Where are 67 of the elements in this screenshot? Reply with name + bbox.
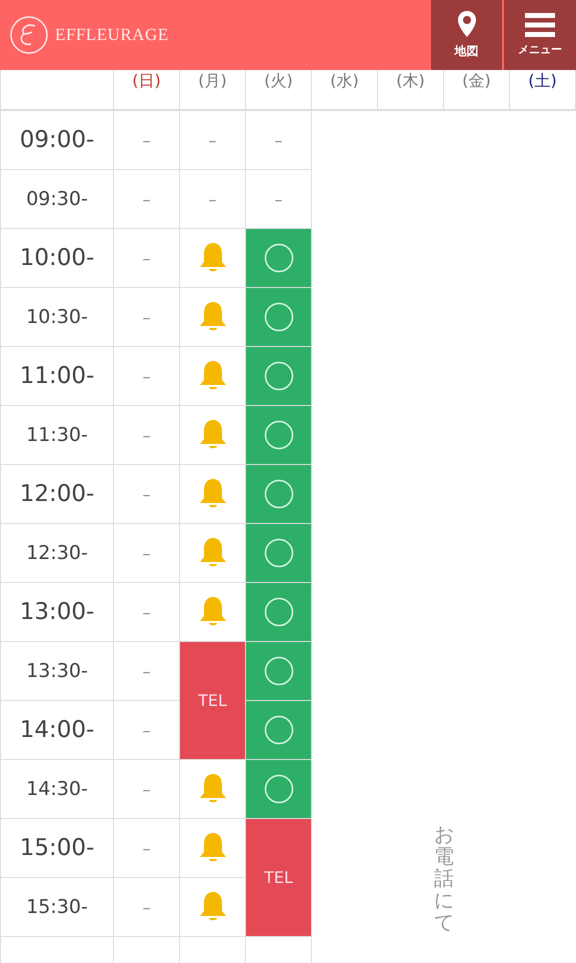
bell-icon[interactable] [198,891,226,923]
time-cell: 13:00- [1,583,114,642]
time-cell: 14:00- [1,701,114,760]
closed-note: お電話にて [434,823,454,936]
circle-icon [264,302,294,332]
time-cell: 13:30- [1,642,114,701]
circle-icon [264,361,294,391]
available-slot[interactable] [246,524,312,583]
time-cell: 10:30- [1,288,114,347]
circle-icon [264,715,294,745]
circle-icon [264,479,294,509]
time-cell: 14:30- [1,760,114,819]
available-slot[interactable] [246,760,312,819]
time-cell: 15:00- [1,819,114,878]
time-cell: 12:00- [1,465,114,524]
time-cell: 11:30- [1,406,114,465]
table-cell: – [114,229,180,288]
available-slot[interactable] [246,347,312,406]
time-cell: 15:30- [1,878,114,937]
time-cell: 11:00- [1,347,114,406]
logo-icon [9,15,49,55]
bell-icon[interactable] [198,832,226,864]
table-cell: – [114,524,180,583]
map-pin-icon [456,10,476,38]
brand-name: EFFLEURAGE [55,25,169,45]
available-slot[interactable] [246,701,312,760]
available-slot[interactable] [246,465,312,524]
bell-icon[interactable] [198,360,226,392]
table-cell: – [114,111,180,170]
table-cell: – [114,701,180,760]
table-cell: – [114,465,180,524]
table-cell: – [114,288,180,347]
bell-icon[interactable] [198,242,226,274]
available-slot[interactable] [246,642,312,701]
table-cell: – [180,111,246,170]
menu-icon [525,13,555,37]
available-slot[interactable] [246,288,312,347]
circle-icon [264,538,294,568]
table-cell: – [114,819,180,878]
circle-icon [264,656,294,686]
available-slot[interactable] [246,406,312,465]
table-cell: – [180,170,246,229]
time-cell: 09:00- [1,111,114,170]
table-cell: – [114,583,180,642]
table-cell: – [114,878,180,937]
available-slot[interactable] [246,583,312,642]
time-cell: 10:00- [1,229,114,288]
map-button[interactable]: 地図 [431,0,502,70]
circle-icon [264,597,294,627]
available-slot[interactable] [246,229,312,288]
bell-icon[interactable] [198,419,226,451]
table-cell: – [114,347,180,406]
time-cell: 09:30- [1,170,114,229]
bell-icon[interactable] [198,301,226,333]
table-cell: – [114,170,180,229]
menu-button[interactable]: メニュー [504,0,576,70]
circle-icon [264,243,294,273]
time-cell: 12:30- [1,524,114,583]
table-cell: – [114,406,180,465]
bell-icon[interactable] [198,478,226,510]
bell-icon[interactable] [198,773,226,805]
circle-icon [264,420,294,450]
table-cell: – [246,111,312,170]
table-cell: – [114,760,180,819]
bell-icon[interactable] [198,537,226,569]
bell-icon[interactable] [198,596,226,628]
circle-icon [264,774,294,804]
